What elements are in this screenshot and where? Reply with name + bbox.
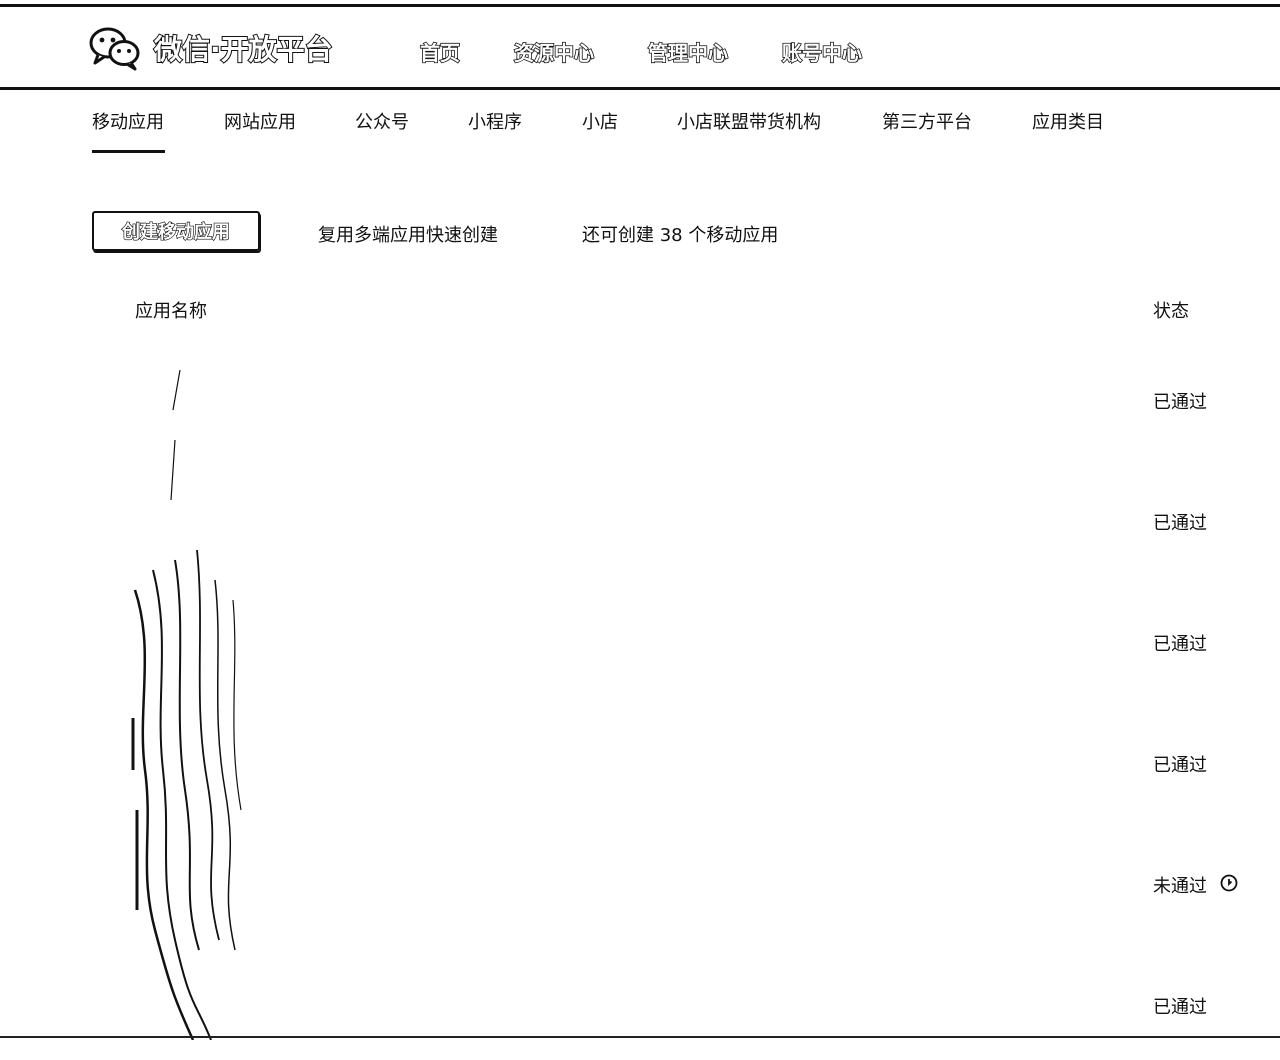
remaining-quota-text: 还可创建 38 个移动应用 bbox=[582, 225, 779, 246]
column-header-status: 状态 bbox=[1153, 301, 1189, 322]
tab-shop[interactable]: 小店 bbox=[582, 108, 618, 134]
app-status: 已通过 bbox=[1153, 634, 1207, 655]
wechat-logo-icon bbox=[89, 27, 140, 71]
info-circle-icon[interactable] bbox=[1220, 874, 1238, 892]
tab-shop-affiliate[interactable]: 小店联盟带货机构 bbox=[677, 108, 821, 134]
topnav-home[interactable]: 首页 bbox=[419, 37, 461, 66]
app-status: 未通过 bbox=[1153, 876, 1207, 897]
bottom-border bbox=[0, 1036, 1280, 1038]
top-nav: 首页 资源中心 管理中心 账号中心 bbox=[419, 37, 916, 66]
app-status: 已通过 bbox=[1153, 755, 1207, 776]
create-mobile-app-button[interactable]: 创建移动应用 bbox=[92, 211, 260, 251]
tab-web-apps[interactable]: 网站应用 bbox=[224, 108, 296, 134]
column-header-app-name: 应用名称 bbox=[135, 301, 207, 322]
tab-mini-programs[interactable]: 小程序 bbox=[468, 108, 522, 134]
topnav-management[interactable]: 管理中心 bbox=[647, 37, 729, 66]
redacted-app-icons bbox=[131, 369, 242, 1040]
reuse-multi-platform-link[interactable]: 复用多端应用快速创建 bbox=[318, 221, 498, 247]
active-tab-underline bbox=[92, 150, 165, 153]
app-status: 已通过 bbox=[1153, 997, 1207, 1018]
tab-app-categories[interactable]: 应用类目 bbox=[1032, 108, 1104, 134]
topnav-resources[interactable]: 资源中心 bbox=[513, 37, 595, 66]
tab-mobile-apps[interactable]: 移动应用 bbox=[92, 108, 164, 134]
app-status: 已通过 bbox=[1153, 392, 1207, 413]
brand-title: 微信·开放平台 bbox=[153, 32, 334, 67]
tab-official-accounts[interactable]: 公众号 bbox=[355, 108, 409, 134]
header-divider bbox=[0, 87, 1280, 90]
tab-third-party[interactable]: 第三方平台 bbox=[882, 108, 972, 134]
app-status: 已通过 bbox=[1153, 513, 1207, 534]
logo[interactable]: 微信·开放平台 bbox=[88, 25, 334, 71]
header: 微信·开放平台 首页 资源中心 管理中心 账号中心 bbox=[0, 7, 1280, 87]
topnav-account[interactable]: 账号中心 bbox=[781, 37, 863, 66]
